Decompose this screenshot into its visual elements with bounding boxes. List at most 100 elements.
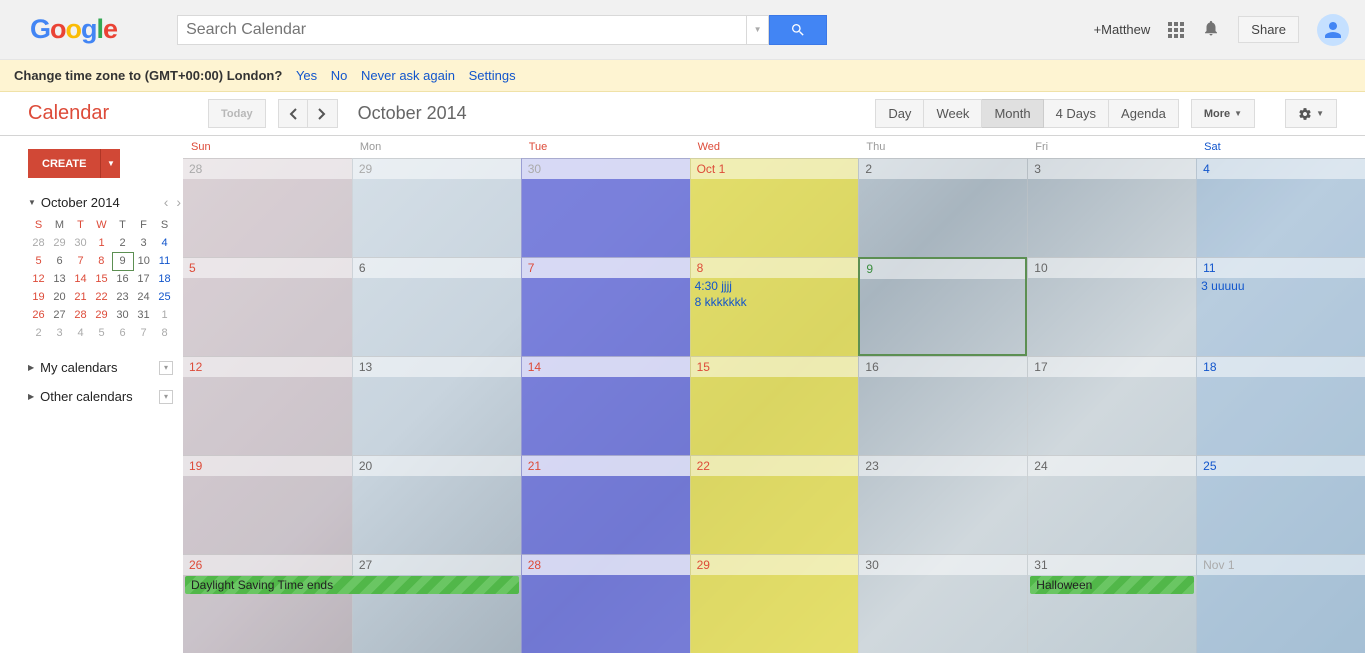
- mini-day-cell[interactable]: 30: [112, 306, 133, 324]
- mini-next[interactable]: ›: [176, 194, 181, 210]
- day-cell[interactable]: 5: [183, 257, 352, 356]
- next-button[interactable]: [308, 99, 338, 128]
- day-cell[interactable]: 22: [690, 455, 859, 554]
- view-week[interactable]: Week: [924, 99, 982, 128]
- day-cell[interactable]: Nov 1: [1196, 554, 1365, 653]
- notifications-icon[interactable]: [1202, 19, 1220, 40]
- event-item[interactable]: 8 kkkkkkk: [691, 294, 859, 310]
- search-button[interactable]: [769, 15, 827, 45]
- mini-day-cell[interactable]: 29: [49, 234, 70, 252]
- dropdown-box-icon[interactable]: ▾: [159, 361, 173, 375]
- event-bar[interactable]: Daylight Saving Time ends: [185, 576, 519, 594]
- mini-day-cell[interactable]: 1: [91, 234, 112, 252]
- event-item[interactable]: 3 uuuuu: [1197, 278, 1365, 294]
- create-dropdown[interactable]: ▼: [100, 149, 120, 178]
- day-cell[interactable]: Oct 1: [690, 158, 859, 257]
- apps-icon[interactable]: [1168, 22, 1184, 38]
- mini-day-cell[interactable]: 1: [154, 306, 175, 324]
- mini-day-cell[interactable]: 5: [91, 324, 112, 342]
- mini-day-cell[interactable]: 3: [49, 324, 70, 342]
- mini-day-cell[interactable]: 19: [28, 288, 49, 306]
- prev-button[interactable]: [278, 99, 308, 128]
- mini-day-cell[interactable]: 3: [133, 234, 154, 252]
- mini-day-cell[interactable]: 17: [133, 270, 154, 288]
- mini-day-cell[interactable]: 14: [70, 270, 91, 288]
- banner-settings[interactable]: Settings: [469, 68, 516, 83]
- mini-day-cell[interactable]: 10: [133, 252, 154, 270]
- search-dropdown[interactable]: ▼: [747, 15, 769, 45]
- day-cell[interactable]: 21: [521, 455, 690, 554]
- day-cell[interactable]: 20: [352, 455, 521, 554]
- day-cell[interactable]: 29: [690, 554, 859, 653]
- day-cell[interactable]: 25: [1196, 455, 1365, 554]
- mini-day-cell[interactable]: 24: [133, 288, 154, 306]
- day-cell[interactable]: 4: [1196, 158, 1365, 257]
- day-cell[interactable]: 23: [858, 455, 1027, 554]
- mini-day-cell[interactable]: 6: [112, 324, 133, 342]
- day-cell[interactable]: 84:30 jjjj8 kkkkkkk: [690, 257, 859, 356]
- mini-day-cell[interactable]: 28: [28, 234, 49, 252]
- day-cell[interactable]: 18: [1196, 356, 1365, 455]
- dropdown-box-icon[interactable]: ▾: [159, 390, 173, 404]
- avatar[interactable]: [1317, 14, 1349, 46]
- mini-day-cell[interactable]: 8: [91, 252, 112, 270]
- day-cell[interactable]: 17: [1027, 356, 1196, 455]
- day-cell[interactable]: 6: [352, 257, 521, 356]
- mini-day-cell[interactable]: 9: [112, 252, 133, 270]
- day-cell[interactable]: 26Daylight Saving Time ends: [183, 554, 352, 653]
- mini-day-cell[interactable]: 22: [91, 288, 112, 306]
- day-cell[interactable]: 27: [352, 554, 521, 653]
- event-item[interactable]: 4:30 jjjj: [691, 278, 859, 294]
- mini-day-cell[interactable]: 5: [28, 252, 49, 270]
- my-calendars-header[interactable]: ▶ My calendars ▾: [28, 360, 183, 375]
- mini-day-cell[interactable]: 26: [28, 306, 49, 324]
- mini-day-cell[interactable]: 28: [70, 306, 91, 324]
- view-agenda[interactable]: Agenda: [1109, 99, 1179, 128]
- mini-day-cell[interactable]: 11: [154, 252, 175, 270]
- mini-day-cell[interactable]: 27: [49, 306, 70, 324]
- day-cell[interactable]: 16: [858, 356, 1027, 455]
- today-button[interactable]: Today: [208, 99, 266, 128]
- mini-day-cell[interactable]: 4: [154, 234, 175, 252]
- day-cell[interactable]: 31Halloween: [1027, 554, 1196, 653]
- plus-user-link[interactable]: +Matthew: [1094, 22, 1151, 37]
- mini-day-cell[interactable]: 20: [49, 288, 70, 306]
- mini-day-cell[interactable]: 16: [112, 270, 133, 288]
- mini-day-cell[interactable]: 15: [91, 270, 112, 288]
- day-cell[interactable]: 9: [858, 257, 1027, 356]
- share-button[interactable]: Share: [1238, 16, 1299, 43]
- day-cell[interactable]: 28: [521, 554, 690, 653]
- mini-day-cell[interactable]: 8: [154, 324, 175, 342]
- day-cell[interactable]: 2: [858, 158, 1027, 257]
- mini-day-cell[interactable]: 7: [70, 252, 91, 270]
- day-cell[interactable]: 14: [521, 356, 690, 455]
- mini-day-cell[interactable]: 4: [70, 324, 91, 342]
- day-cell[interactable]: 29: [352, 158, 521, 257]
- mini-day-cell[interactable]: 21: [70, 288, 91, 306]
- mini-prev[interactable]: ‹: [164, 194, 169, 210]
- mini-day-cell[interactable]: 2: [28, 324, 49, 342]
- other-calendars-header[interactable]: ▶ Other calendars ▾: [28, 389, 183, 404]
- view-4days[interactable]: 4 Days: [1044, 99, 1109, 128]
- banner-yes[interactable]: Yes: [296, 68, 317, 83]
- mini-day-cell[interactable]: 7: [133, 324, 154, 342]
- mini-day-cell[interactable]: 13: [49, 270, 70, 288]
- mini-day-cell[interactable]: 6: [49, 252, 70, 270]
- day-cell[interactable]: 24: [1027, 455, 1196, 554]
- banner-never[interactable]: Never ask again: [361, 68, 455, 83]
- event-bar[interactable]: Halloween: [1030, 576, 1194, 594]
- mini-day-cell[interactable]: 25: [154, 288, 175, 306]
- day-cell[interactable]: 7: [521, 257, 690, 356]
- mini-day-cell[interactable]: 12: [28, 270, 49, 288]
- day-cell[interactable]: 12: [183, 356, 352, 455]
- mini-day-cell[interactable]: 31: [133, 306, 154, 324]
- mini-day-cell[interactable]: 30: [70, 234, 91, 252]
- view-month[interactable]: Month: [982, 99, 1043, 128]
- day-cell[interactable]: 13: [352, 356, 521, 455]
- mini-day-cell[interactable]: 2: [112, 234, 133, 252]
- mini-day-cell[interactable]: 23: [112, 288, 133, 306]
- create-button[interactable]: CREATE: [28, 149, 100, 178]
- view-day[interactable]: Day: [875, 99, 924, 128]
- day-cell[interactable]: 15: [690, 356, 859, 455]
- day-cell[interactable]: 3: [1027, 158, 1196, 257]
